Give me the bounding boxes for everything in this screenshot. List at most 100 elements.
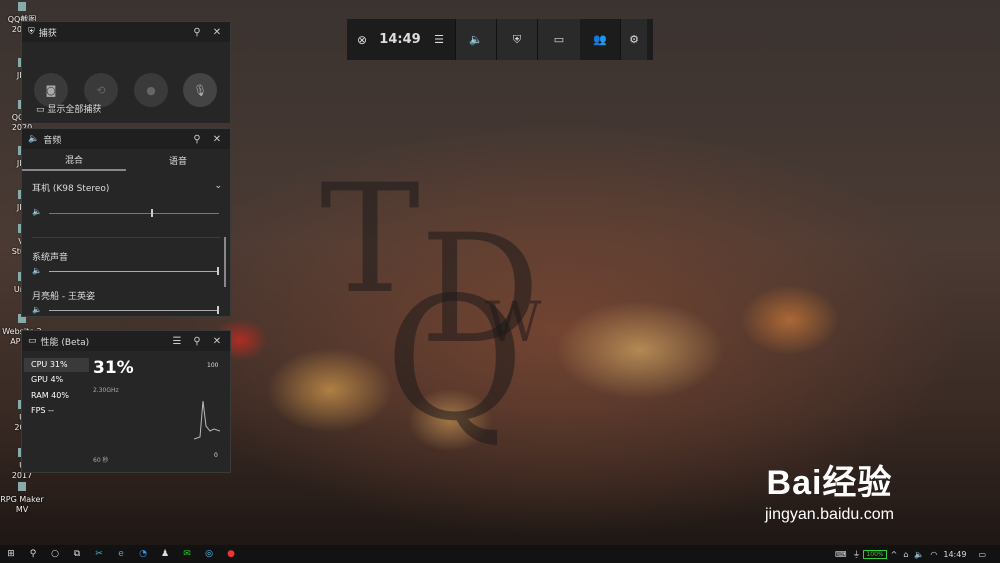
show-all-captures-link[interactable]: ▭ 显示全部捕获 bbox=[36, 102, 101, 115]
cpu-big-value: 31% bbox=[93, 358, 134, 378]
xbox-button[interactable]: ⊗ bbox=[347, 19, 377, 60]
input-method-icon[interactable]: ⌨ bbox=[835, 550, 847, 559]
performance-panel: ▭ 性能 (Beta) ☰ ⚲ ✕ CPU 31% GPU 4% RAM 40%… bbox=[21, 330, 231, 473]
capture-widget-button[interactable]: ⛨ bbox=[496, 19, 537, 60]
capture-panel-header: ⛨ 捕获 ⚲ ✕ bbox=[22, 22, 230, 42]
gamebar-time: 14:49 bbox=[379, 32, 421, 47]
performance-widget-button[interactable]: ▭ bbox=[537, 19, 580, 60]
record-dot-icon: ● bbox=[146, 83, 156, 97]
network-icon[interactable]: ⌂ bbox=[903, 550, 908, 559]
audio-panel-header: 🔈 音频 ⚲ ✕ bbox=[22, 129, 230, 149]
close-icon[interactable]: ✕ bbox=[210, 134, 224, 145]
divider bbox=[32, 237, 220, 238]
desktop-shortcut[interactable]: RPG Maker MV bbox=[0, 482, 44, 515]
stat-ram[interactable]: RAM 40% bbox=[31, 391, 69, 400]
mic-toggle-button[interactable]: 🎙 bbox=[183, 73, 217, 107]
device-selector[interactable]: 耳机 (K98 Stereo) ⌄ bbox=[32, 181, 222, 194]
speaker-icon: 🔈 bbox=[469, 33, 483, 46]
file-icon bbox=[18, 482, 26, 491]
taskbar: ⊞ ⚲ ○ ⧉ ✂ e ◔ ♟ ✉ ◎ ● ⌨ ⏚ 100% ^ ⌂ 🔈 ◠ 1… bbox=[0, 545, 1000, 563]
baidu-watermark: Bai经验 jingyan.baidu.com bbox=[765, 455, 894, 524]
volume-icon: 🔈 bbox=[32, 207, 42, 216]
file-icon bbox=[18, 2, 26, 11]
graph-min: 0 bbox=[214, 452, 218, 459]
taskbar-app[interactable]: ● bbox=[220, 545, 242, 563]
app-volume-slider[interactable] bbox=[49, 310, 219, 311]
menu-icon: ☰ bbox=[434, 33, 444, 46]
settings-button[interactable]: ⚙ bbox=[620, 19, 647, 60]
scrollbar[interactable] bbox=[224, 237, 226, 287]
app-volume-slider[interactable] bbox=[49, 271, 219, 272]
app-volume-thumb[interactable] bbox=[217, 267, 219, 275]
taskbar-app[interactable]: e bbox=[110, 545, 132, 563]
task-view-icon: ⧉ bbox=[73, 549, 81, 559]
notification-icon[interactable]: ▭ bbox=[978, 550, 986, 559]
record-button[interactable]: ● bbox=[134, 73, 168, 107]
game-bar: ⊗ 14:49 ☰ 🔈 ⛨ ▭ 👥 ⚙ bbox=[347, 19, 653, 60]
pin-icon[interactable]: ⚲ bbox=[190, 336, 204, 347]
capture-panel: ⛨ 捕获 ⚲ ✕ ◙ ⟲ ● 🎙 ▭ 显示全部捕获 bbox=[21, 21, 231, 124]
baidu-url: jingyan.baidu.com bbox=[765, 506, 894, 523]
stat-value: 40% bbox=[51, 391, 69, 400]
search-icon: ⚲ bbox=[29, 549, 37, 559]
audio-widget-button[interactable]: 🔈 bbox=[455, 19, 496, 60]
browser-icon: ◎ bbox=[205, 549, 213, 559]
stat-label: FPS bbox=[31, 406, 46, 415]
gear-icon: ⚙ bbox=[629, 33, 639, 46]
taskbar-clock[interactable]: 14:49 bbox=[943, 550, 966, 559]
taskbar-app[interactable]: ✂ bbox=[88, 545, 110, 563]
tab-voice[interactable]: 语音 bbox=[126, 149, 230, 171]
wechat-icon: ✉ bbox=[183, 549, 191, 559]
task-view-button[interactable]: ⧉ bbox=[66, 545, 88, 563]
monitor-icon: ▭ bbox=[28, 336, 37, 346]
cortana-button[interactable]: ○ bbox=[44, 545, 66, 563]
record-last-icon: ⟲ bbox=[96, 83, 106, 97]
show-all-label: 显示全部捕获 bbox=[47, 105, 102, 115]
perf-panel-title: 性能 (Beta) bbox=[40, 337, 90, 348]
close-icon[interactable]: ✕ bbox=[210, 336, 224, 347]
qq-icon: ♟ bbox=[160, 549, 170, 559]
stat-gpu[interactable]: GPU 4% bbox=[31, 375, 63, 384]
clock-app-icon: ◔ bbox=[139, 549, 147, 559]
wifi-icon[interactable]: ◠ bbox=[930, 550, 937, 559]
capture-icon: ⛨ bbox=[512, 32, 522, 46]
shortcut-label: RPG Maker bbox=[0, 495, 44, 504]
cpu-frequency: 2.30GHz bbox=[93, 387, 119, 394]
start-button[interactable]: ⊞ bbox=[0, 545, 22, 563]
xbox-social-button[interactable]: 👥 bbox=[580, 19, 620, 60]
battery-indicator[interactable]: 100% bbox=[863, 549, 887, 559]
audio-panel-title: 音频 bbox=[43, 135, 62, 146]
taskbar-app[interactable]: ◎ bbox=[198, 545, 220, 563]
app-name: 月亮船 - 王英姿 bbox=[32, 292, 95, 302]
stat-cpu[interactable]: CPU 31% bbox=[24, 358, 89, 372]
settings-sliders-icon[interactable]: ☰ bbox=[170, 336, 184, 347]
cpu-graph bbox=[194, 400, 220, 440]
pin-icon[interactable]: ⚲ bbox=[190, 134, 204, 145]
app-name: 系统声音 bbox=[32, 253, 69, 263]
stat-fps[interactable]: FPS -- bbox=[31, 406, 54, 415]
gallery-icon: ▭ bbox=[36, 105, 45, 115]
audio-panel: 🔈 音频 ⚲ ✕ 混合 语音 耳机 (K98 Stereo) ⌄ 🔈 系统声音 … bbox=[21, 128, 231, 317]
widget-menu-button[interactable]: ☰ bbox=[423, 19, 455, 60]
shortcut-label: MV bbox=[15, 505, 29, 514]
chevron-up-icon[interactable]: ^ bbox=[891, 550, 898, 559]
chevron-down-icon: ⌄ bbox=[214, 181, 222, 191]
stat-value: 31% bbox=[49, 360, 68, 369]
camera-icon: ◙ bbox=[45, 83, 57, 97]
device-volume-thumb[interactable] bbox=[151, 209, 153, 217]
tool-icon: ✂ bbox=[95, 549, 103, 559]
stat-label: CPU bbox=[31, 360, 48, 369]
stat-value: -- bbox=[48, 406, 54, 415]
capture-icon: ⛨ bbox=[28, 27, 35, 37]
search-button[interactable]: ⚲ bbox=[22, 545, 44, 563]
taskbar-app[interactable]: ✉ bbox=[176, 545, 198, 563]
app-volume-thumb[interactable] bbox=[217, 306, 219, 314]
tab-mix[interactable]: 混合 bbox=[22, 149, 126, 171]
close-icon[interactable]: ✕ bbox=[210, 27, 224, 38]
pin-icon[interactable]: ⚲ bbox=[190, 27, 204, 38]
volume-icon[interactable]: 🔈 bbox=[914, 550, 924, 559]
device-volume-slider[interactable] bbox=[49, 213, 219, 214]
cortana-icon: ○ bbox=[51, 549, 59, 559]
taskbar-app[interactable]: ◔ bbox=[132, 545, 154, 563]
taskbar-app[interactable]: ♟ bbox=[154, 545, 176, 563]
